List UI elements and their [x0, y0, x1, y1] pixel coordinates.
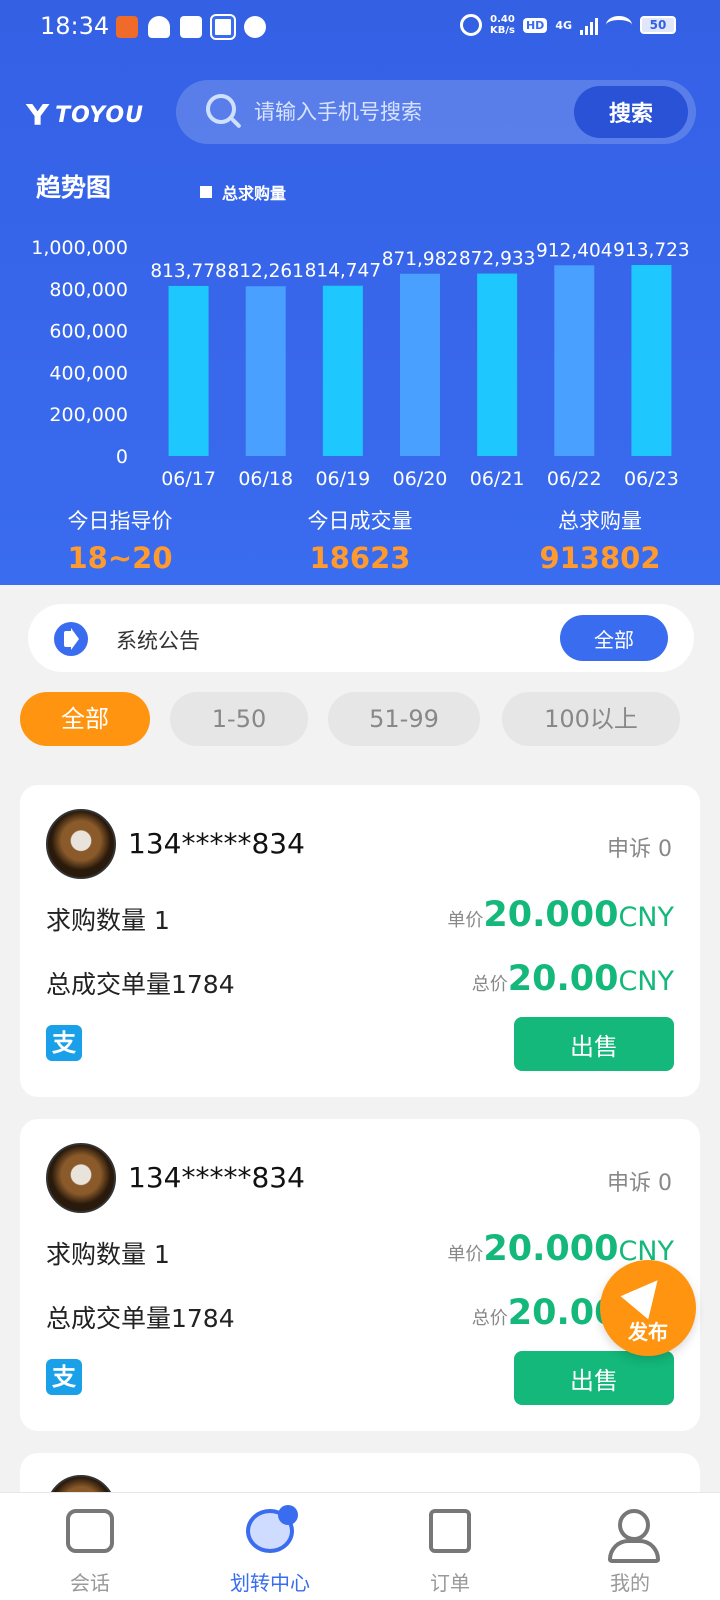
y-tick-label: 200,000	[49, 404, 128, 426]
status-bar: 18:34 0.40 KB/s HD 4G 50	[0, 0, 720, 56]
nav-transfer-center[interactable]: 划转中心	[180, 1493, 360, 1600]
y-tick-label: 400,000	[49, 362, 128, 384]
bar	[245, 286, 286, 456]
bar	[322, 285, 363, 456]
data-label: 814,747	[305, 261, 382, 282]
y-tick-label: 800,000	[49, 279, 128, 301]
status-right: 0.40 KB/s HD 4G 50	[459, 14, 676, 36]
data-label: 872,933	[459, 249, 536, 270]
x-tick-label: 06/20	[393, 468, 448, 490]
bar	[631, 265, 672, 456]
hd-badge: HD	[522, 17, 548, 33]
avatar[interactable]	[46, 809, 116, 879]
data-label: 912,404	[536, 240, 613, 261]
system-notice-bar[interactable]: 系统公告 全部	[28, 604, 694, 672]
sell-button[interactable]: 出售	[514, 1351, 674, 1405]
bottom-nav: 会话 划转中心 订单 我的	[0, 1492, 720, 1600]
alipay-icon: 支	[46, 1359, 82, 1395]
order-card: 134*****834 申诉 0 求购数量 1 单价 20.000 CNY 总成…	[20, 1119, 700, 1431]
bar	[400, 273, 440, 456]
search-button[interactable]: 搜索	[574, 86, 688, 138]
trend-bar-chart: 0 200,000 400,000 600,000 800,000 1,000,000 81…	[31, 237, 690, 490]
avatar[interactable]	[46, 1143, 116, 1213]
x-tick-label: 06/23	[624, 468, 679, 490]
y-tick-label: 0	[116, 446, 128, 468]
notice-all-button[interactable]: 全部	[560, 615, 668, 661]
net-speed: 0.40 KB/s	[489, 14, 515, 36]
chart-title: 趋势图	[36, 173, 112, 202]
alarm-icon	[459, 14, 482, 36]
user-phone: 134*****834	[128, 827, 305, 860]
battery-icon: 50	[640, 16, 676, 34]
wifi-icon	[606, 16, 632, 34]
download-icon	[116, 16, 138, 38]
notice-text: 系统公告	[116, 629, 200, 653]
filter-tab-51-99[interactable]: 51-99	[328, 692, 480, 746]
stat-total-demand: 总求购量 913802	[539, 509, 661, 575]
notification-icons	[116, 14, 266, 40]
nav-orders[interactable]: 订单	[360, 1493, 540, 1600]
data-label: 813,778	[150, 261, 227, 282]
purchase-quantity: 求购数量 1	[46, 1240, 170, 1269]
total-deals: 总成交单量1784	[46, 1304, 235, 1333]
y-tick-label: 600,000	[49, 321, 128, 343]
data-label: 871,982	[382, 249, 459, 270]
send-icon	[620, 1268, 672, 1320]
alipay-icon: 支	[46, 1025, 82, 1061]
order-card: 134*****834 申诉 0 求购数量 1 单价 20.000 CNY 总成…	[20, 785, 700, 1097]
bar	[477, 273, 518, 456]
nav-profile[interactable]: 我的	[540, 1493, 720, 1600]
app-notification-icon	[210, 14, 236, 40]
user-icon	[608, 1509, 660, 1563]
stat-today-volume: 今日成交量 18623	[307, 509, 413, 575]
total-price: 总价 20.00 CNY	[471, 959, 674, 999]
x-tick-label: 06/18	[238, 468, 293, 490]
x-tick-label: 06/21	[470, 468, 525, 490]
signal-icon	[580, 15, 598, 35]
purchase-quantity: 求购数量 1	[46, 906, 170, 935]
network-type: 4G	[555, 18, 572, 32]
x-tick-label: 06/17	[161, 468, 216, 490]
bar	[168, 285, 209, 456]
chart-legend: 总求购量	[200, 180, 286, 204]
search-input[interactable]	[254, 92, 554, 132]
logo-text: TOYOU	[55, 102, 144, 128]
filter-tab-100-plus[interactable]: 100以上	[502, 692, 680, 746]
search-icon	[206, 94, 236, 124]
x-tick-label: 06/22	[547, 468, 602, 490]
brand-logo: Y TOYOU	[26, 96, 144, 134]
data-label: 812,261	[227, 261, 304, 282]
filter-tab-all[interactable]: 全部	[20, 692, 150, 746]
status-time: 18:34	[40, 12, 110, 40]
appeal-count[interactable]: 申诉 0	[607, 831, 672, 863]
legend-swatch	[200, 186, 212, 198]
cloud-icon	[148, 16, 170, 38]
wechat-icon	[244, 16, 266, 38]
header: 18:34 0.40 KB/s HD 4G 50 Y TOYOU 搜索	[0, 0, 720, 585]
publish-button[interactable]: 发布	[600, 1260, 696, 1356]
speaker-icon	[54, 622, 88, 656]
data-label: 913,723	[613, 240, 690, 261]
sell-button[interactable]: 出售	[514, 1017, 674, 1071]
logo-icon: Y	[26, 97, 50, 133]
stat-guide-price: 今日指导价 18~20	[67, 509, 173, 575]
user-phone: 134*****834	[128, 1161, 305, 1194]
transfer-icon	[246, 1505, 298, 1553]
appeal-count[interactable]: 申诉 0	[607, 1165, 672, 1197]
chat-icon	[66, 1509, 114, 1553]
filter-tab-1-50[interactable]: 1-50	[170, 692, 308, 746]
unit-price: 单价 20.000 CNY	[447, 895, 674, 935]
bar	[554, 265, 595, 456]
order-icon	[429, 1509, 471, 1553]
total-deals: 总成交单量1784	[46, 970, 235, 999]
nav-chat[interactable]: 会话	[0, 1493, 180, 1600]
x-tick-label: 06/19	[315, 468, 370, 490]
legend-label: 总求购量	[222, 184, 287, 203]
y-tick-label: 1,000,000	[31, 237, 128, 259]
mail-icon	[180, 16, 202, 38]
stats-row: 今日指导价 18~20 今日成交量 18623 总求购量 913802	[0, 505, 720, 575]
search-box: 搜索	[176, 80, 696, 144]
